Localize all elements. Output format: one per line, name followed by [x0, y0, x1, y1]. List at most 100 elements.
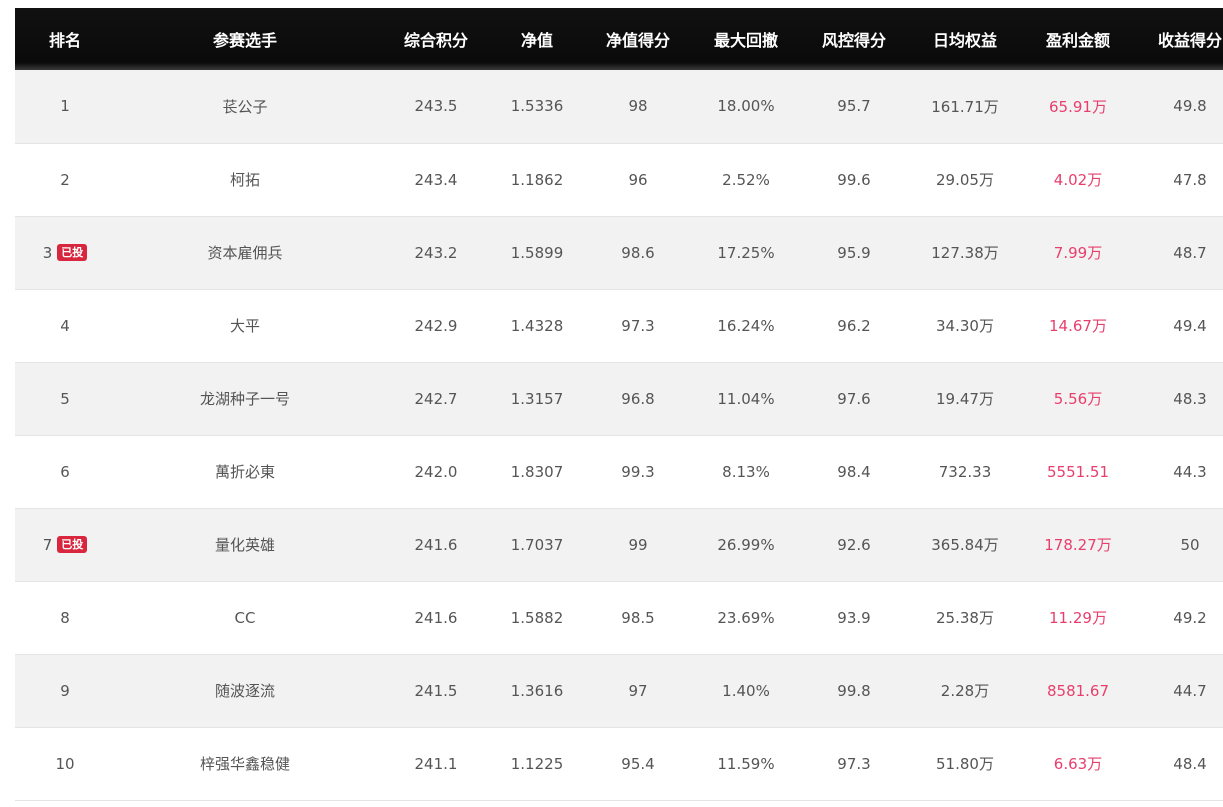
- nav-score-cell: 96: [628, 170, 648, 189]
- rank-number: 10: [55, 754, 75, 773]
- drawdown-cell: 18.00%: [717, 97, 775, 116]
- nav-score-cell: 98: [628, 97, 648, 116]
- rank-number: 3: [42, 243, 53, 262]
- rank-wrap: 1: [60, 97, 70, 115]
- nav-score-cell: 95.4: [621, 754, 655, 773]
- risk-score-cell: 97.3: [837, 754, 871, 773]
- return-score-cell: 49.4: [1173, 316, 1207, 335]
- table-row[interactable]: 6 萬折必東 242.0 1.8307 99.3 8.13% 98.4 732.33 5551.…: [15, 435, 1223, 508]
- table-row[interactable]: 1 苌公子 243.5 1.5336 98 18.00% 95.7 161.71万 65.91万…: [15, 70, 1223, 143]
- profit-cell: 65.91万: [1049, 97, 1107, 116]
- nav-cell: 1.3616: [510, 681, 564, 700]
- rank-number: 7: [42, 535, 53, 554]
- avg-equity-cell: 29.05万: [936, 171, 994, 189]
- rank-wrap: 8: [60, 609, 70, 627]
- nav-score-cell: 99.3: [621, 462, 655, 481]
- table-row[interactable]: 4 大平 242.9 1.4328 97.3 16.24% 96.2 34.30万 14.67万…: [15, 289, 1223, 362]
- table-body: 1 苌公子 243.5 1.5336 98 18.00% 95.7 161.71万 65.91万…: [15, 70, 1223, 800]
- invested-badge: 已投: [57, 536, 88, 553]
- risk-score-cell: 96.2: [837, 316, 871, 335]
- score-cell: 241.1: [414, 754, 458, 773]
- return-score-cell: 48.4: [1173, 754, 1207, 773]
- score-cell: 242.9: [414, 316, 458, 335]
- table-row[interactable]: 10 梓强华鑫稳健 241.1 1.1225 95.4 11.59% 97.3 51.80万 6…: [15, 727, 1223, 800]
- avg-equity-cell: 34.30万: [936, 317, 994, 335]
- nav-cell: 1.7037: [510, 535, 564, 554]
- table-row[interactable]: 2 柯拓 243.4 1.1862 96 2.52% 99.6 29.05万 4.02万 47.8: [15, 143, 1223, 216]
- table-row[interactable]: 8 CC 241.6 1.5882 98.5 23.69% 93.9 25.38万 11.29万…: [15, 581, 1223, 654]
- score-cell: 241.6: [414, 535, 458, 554]
- rank-wrap: 7 已投: [43, 536, 88, 554]
- nav-cell: 1.4328: [510, 316, 564, 335]
- rank-wrap: 6: [60, 463, 70, 481]
- nav-cell: 1.8307: [510, 462, 564, 481]
- header-row: 排名 参赛选手 综合积分 净值 净值得分 最大回撤 风控得分 日均权益 盈利金额 收益得分: [15, 8, 1223, 70]
- profit-cell: 178.27万: [1044, 536, 1112, 554]
- score-cell: 243.5: [414, 97, 458, 116]
- drawdown-cell: 16.24%: [717, 316, 775, 335]
- profit-cell: 7.99万: [1053, 244, 1103, 262]
- rank-wrap: 2: [60, 171, 70, 189]
- rank-wrap: 10: [55, 755, 74, 773]
- score-cell: 242.7: [414, 389, 458, 408]
- rank-number: 6: [60, 462, 70, 481]
- profit-cell: 5.56万: [1053, 390, 1103, 408]
- nav-score-cell: 99: [628, 535, 648, 554]
- table-header: 排名 参赛选手 综合积分 净值 净值得分 最大回撤 风控得分 日均权益 盈利金额 收益得分: [15, 8, 1223, 70]
- table-row[interactable]: 5 龙湖种子一号 242.7 1.3157 96.8 11.04% 97.6 19.47万 5.…: [15, 362, 1223, 435]
- return-score-cell: 44.3: [1173, 462, 1207, 481]
- nav-score-cell: 97: [628, 681, 648, 700]
- profit-cell: 4.02万: [1053, 171, 1103, 189]
- return-score-cell: 44.7: [1173, 681, 1207, 700]
- profit-cell: 8581.67: [1046, 681, 1110, 700]
- rank-wrap: 5: [60, 390, 70, 408]
- table-row[interactable]: 3 已投 资本雇佣兵 243.2 1.5899 98.6 17.25% 95.9 127.38万…: [15, 216, 1223, 289]
- risk-score-cell: 99.6: [837, 170, 871, 189]
- player-cell: 龙湖种子一号: [199, 390, 290, 408]
- header-score: 综合积分: [403, 31, 468, 50]
- header-return-score: 收益得分: [1157, 31, 1222, 50]
- drawdown-cell: 1.40%: [722, 681, 770, 700]
- drawdown-cell: 2.52%: [722, 170, 770, 189]
- rank-number: 5: [60, 389, 70, 408]
- drawdown-cell: 11.59%: [717, 754, 775, 773]
- table-row[interactable]: 9 随波逐流 241.5 1.3616 97 1.40% 99.8 2.28万 8581.67 4…: [15, 654, 1223, 727]
- header-drawdown: 最大回撤: [713, 31, 778, 50]
- drawdown-cell: 26.99%: [717, 535, 775, 554]
- rank-cell: 3 已投: [15, 216, 115, 289]
- player-cell: CC: [234, 608, 256, 627]
- nav-cell: 1.5336: [510, 97, 564, 116]
- rank-cell: 1: [15, 70, 115, 143]
- header-nav-score: 净值得分: [605, 31, 670, 50]
- avg-equity-cell: 127.38万: [931, 244, 999, 262]
- risk-score-cell: 93.9: [837, 608, 871, 627]
- drawdown-cell: 8.13%: [722, 462, 770, 481]
- nav-cell: 1.1862: [510, 170, 564, 189]
- ranking-table: 排名 参赛选手 综合积分 净值 净值得分 最大回撤 风控得分 日均权益 盈利金额 收益得分 1 苌公…: [15, 8, 1223, 801]
- player-cell: 资本雇佣兵: [207, 244, 283, 262]
- score-cell: 243.2: [414, 243, 458, 262]
- score-cell: 241.6: [414, 608, 458, 627]
- rank-wrap: 3 已投: [43, 244, 88, 262]
- table-row[interactable]: 7 已投 量化英雄 241.6 1.7037 99 26.99% 92.6 365.84万 178…: [15, 508, 1223, 581]
- avg-equity-cell: 365.84万: [931, 536, 999, 554]
- invested-badge: 已投: [57, 244, 88, 261]
- nav-score-cell: 98.6: [621, 243, 655, 262]
- rank-number: 2: [60, 170, 70, 189]
- rank-wrap: 4: [60, 317, 70, 335]
- rank-wrap: 9: [60, 682, 70, 700]
- header-profit: 盈利金额: [1045, 31, 1110, 50]
- profit-cell: 11.29万: [1049, 609, 1107, 627]
- rank-cell: 10: [15, 727, 115, 800]
- header-avg-equity: 日均权益: [932, 31, 997, 50]
- nav-cell: 1.5899: [510, 243, 564, 262]
- nav-cell: 1.5882: [510, 608, 564, 627]
- header-player: 参赛选手: [212, 31, 277, 50]
- drawdown-cell: 23.69%: [717, 608, 775, 627]
- risk-score-cell: 95.9: [837, 243, 871, 262]
- rank-number: 8: [60, 608, 70, 627]
- drawdown-cell: 17.25%: [717, 243, 775, 262]
- player-cell: 柯拓: [229, 171, 260, 189]
- nav-cell: 1.1225: [510, 754, 564, 773]
- rank-number: 9: [60, 681, 70, 700]
